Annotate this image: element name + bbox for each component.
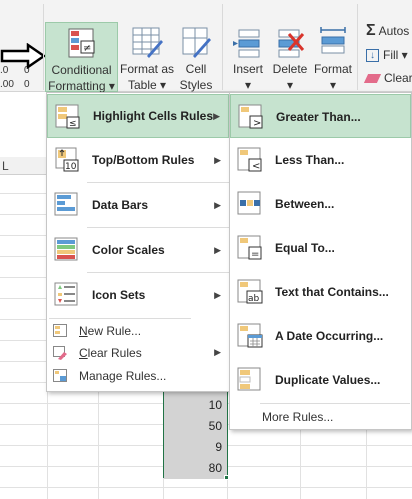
conditional-formatting-icon: ≠ [68, 28, 94, 58]
fill-down-icon: ↓ [366, 49, 379, 63]
svg-text:=: = [251, 249, 259, 260]
cell-value[interactable]: 9 [164, 437, 226, 458]
menu-item-manage-rules[interactable]: Manage Rules... [47, 365, 229, 387]
menu-item-icon-sets[interactable]: Icon Sets ▶ [47, 273, 229, 317]
ribbon: .0.00 00 ≠ Conditional Formatting ▾ Form… [0, 0, 412, 108]
submenu-item-equal-to[interactable]: = Equal To... [230, 226, 411, 270]
menu-item-color-scales[interactable]: Color Scales ▶ [47, 228, 229, 272]
submenu-item-between[interactable]: Between... [230, 182, 411, 226]
menu-item-highlight-cells-rules[interactable]: ≤ Highlight Cells Rules ▶ [47, 94, 229, 138]
cell-value[interactable]: 80 [164, 458, 226, 479]
submenu-item-duplicate-values[interactable]: Duplicate Values... [230, 358, 411, 402]
format-cells-icon [320, 27, 346, 54]
between-icon [237, 191, 261, 215]
delete-button[interactable]: Delete ▾ [270, 22, 310, 92]
data-bars-icon [54, 192, 78, 216]
submenu-arrow-icon: ▶ [214, 244, 221, 255]
eraser-icon [363, 74, 382, 84]
sigma-icon: Σ [366, 22, 376, 39]
submenu-item-less-than[interactable]: < Less Than... [230, 138, 411, 182]
submenu-arrow-icon: ▶ [214, 289, 221, 300]
submenu-arrow-icon: ▶ [214, 199, 221, 210]
menu-item-new-rule[interactable]: New Rule... [47, 320, 229, 342]
duplicate-values-icon [237, 367, 261, 391]
greater-than-icon: > [238, 104, 263, 129]
manage-rules-icon [53, 369, 67, 382]
svg-text:≤: ≤ [69, 119, 77, 129]
submenu-item-greater-than[interactable]: > Greater Than... [230, 94, 411, 138]
equal-to-icon: = [237, 235, 262, 260]
autosum-button[interactable]: Σ Autos [366, 22, 409, 39]
column-header-l[interactable]: L [2, 159, 9, 173]
svg-text:10: 10 [65, 162, 77, 172]
menu-item-top-bottom-rules[interactable]: 10 Top/Bottom Rules ▶ [47, 138, 229, 182]
format-button[interactable]: Format ▾ [311, 22, 355, 92]
cell-value[interactable]: 50 [164, 416, 226, 437]
date-occurring-icon [237, 323, 263, 348]
color-scales-icon [54, 237, 78, 261]
delete-cells-icon [278, 29, 305, 58]
highlight-cells-submenu: > Greater Than... < Less Than... Between… [229, 92, 412, 430]
svg-text:≠: ≠ [83, 43, 91, 54]
fill-button[interactable]: ↓ Fill ▾ [366, 48, 408, 63]
submenu-arrow-icon: ▶ [214, 154, 221, 165]
cell-styles-button[interactable]: Cell Styles ▾ [175, 22, 217, 108]
clear-rules-icon [53, 346, 67, 360]
top-bottom-icon: 10 [55, 147, 79, 172]
clear-button[interactable]: Clear [363, 71, 412, 85]
less-than-icon: < [237, 147, 262, 172]
submenu-item-date-occurring[interactable]: A Date Occurring... [230, 314, 411, 358]
conditional-formatting-menu: ≤ Highlight Cells Rules ▶ 10 Top/Bottom … [46, 92, 230, 392]
svg-text:>: > [253, 118, 261, 129]
icon-sets-icon [54, 282, 78, 306]
submenu-item-more-rules[interactable]: More Rules... [230, 406, 411, 428]
submenu-arrow-icon: ▶ [214, 347, 221, 357]
submenu-arrow-icon: ▶ [213, 110, 220, 121]
svg-text:<: < [252, 161, 260, 172]
conditional-formatting-button[interactable]: ≠ Conditional Formatting ▾ [45, 22, 118, 93]
text-contains-icon: ab [237, 279, 263, 304]
menu-item-data-bars[interactable]: Data Bars ▶ [47, 183, 229, 227]
cell-value[interactable]: 10 [164, 395, 226, 416]
insert-cells-icon [233, 29, 260, 58]
menu-item-clear-rules[interactable]: Clear Rules ▶ [47, 342, 229, 364]
new-rule-icon [53, 324, 67, 337]
insert-button[interactable]: Insert ▾ [227, 22, 269, 92]
submenu-item-text-contains[interactable]: ab Text that Contains... [230, 270, 411, 314]
format-as-table-icon [132, 27, 163, 58]
fill-handle[interactable] [224, 475, 229, 480]
highlight-cells-icon: ≤ [55, 104, 80, 129]
cell-styles-icon [182, 27, 211, 58]
format-as-table-button[interactable]: Format as Table ▾ [119, 22, 175, 92]
svg-text:ab: ab [248, 294, 260, 304]
pointer-arrow-icon [0, 43, 46, 69]
